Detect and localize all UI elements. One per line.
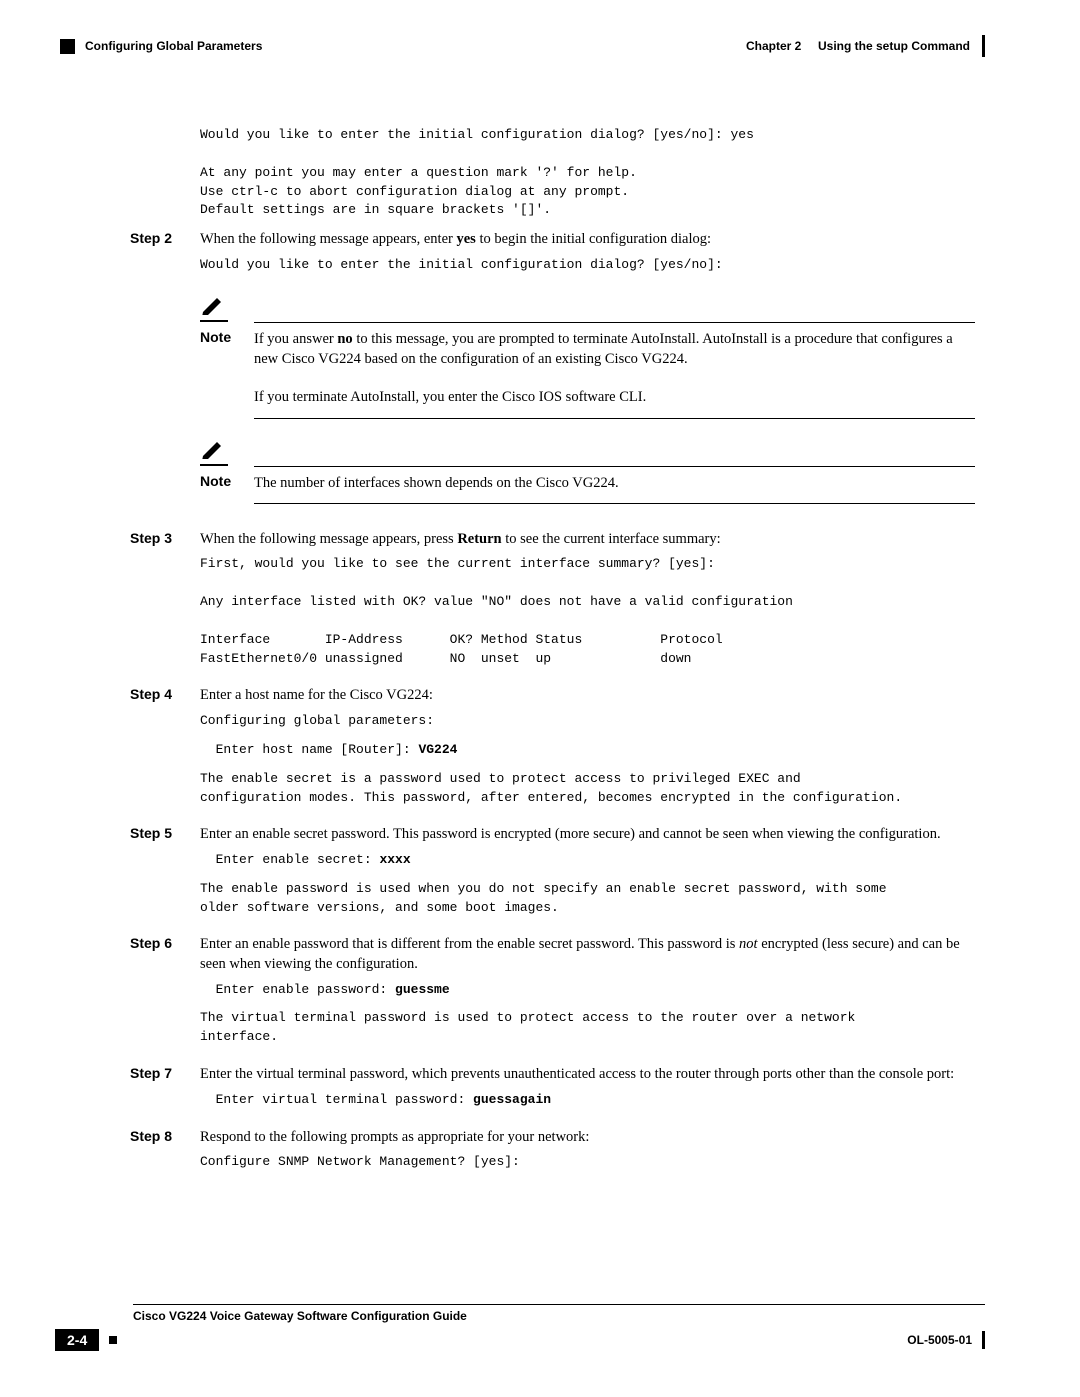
note-text: The number of interfaces shown depends o…	[254, 473, 975, 493]
terminal-output: The virtual terminal password is used to…	[200, 1009, 975, 1047]
terminal-output: Enter enable secret: xxxx	[200, 851, 975, 870]
terminal-output: The enable password is used when you do …	[200, 880, 975, 918]
step-3: Step 3 When the following message appear…	[130, 530, 975, 679]
header-section: Configuring Global Parameters	[85, 39, 262, 53]
step-text: Enter the virtual terminal password, whi…	[200, 1065, 975, 1085]
step-label: Step 6	[130, 935, 200, 951]
step-text: Enter an enable password that is differe…	[200, 935, 975, 974]
note-label: Note	[200, 329, 254, 345]
intro-terminal-output: Would you like to enter the initial conf…	[200, 126, 975, 220]
terminal-output: First, would you like to see the current…	[200, 555, 975, 668]
terminal-output: The enable secret is a password used to …	[200, 770, 975, 808]
pencil-icon	[200, 439, 228, 466]
page-number-badge: 2-4	[55, 1329, 99, 1351]
step-8: Step 8 Respond to the following prompts …	[130, 1128, 975, 1182]
step-text: Enter a host name for the Cisco VG224:	[200, 686, 975, 706]
step-label: Step 8	[130, 1128, 200, 1144]
note-block-1: Note If you answer no to this message, y…	[200, 295, 975, 419]
page-content: Would you like to enter the initial conf…	[130, 120, 975, 1182]
footer-doc-title: Cisco VG224 Voice Gateway Software Confi…	[133, 1309, 985, 1323]
footer-doc-id: OL-5005-01	[907, 1333, 972, 1347]
step-label: Step 3	[130, 530, 200, 546]
footer-marker-icon	[109, 1336, 117, 1344]
step-text: Respond to the following prompts as appr…	[200, 1128, 975, 1148]
terminal-output: Enter enable password: guessme	[200, 981, 975, 1000]
header-tick-icon	[982, 35, 985, 57]
step-label: Step 5	[130, 825, 200, 841]
terminal-output: Enter virtual terminal password: guessag…	[200, 1091, 975, 1110]
terminal-output: Enter host name [Router]: VG224	[200, 741, 975, 760]
step-text: When the following message appears, pres…	[200, 530, 975, 550]
running-footer: Cisco VG224 Voice Gateway Software Confi…	[55, 1304, 985, 1351]
header-marker-icon	[60, 39, 75, 54]
note-label: Note	[200, 473, 254, 489]
terminal-output: Configure SNMP Network Management? [yes]…	[200, 1153, 975, 1172]
terminal-output: Would you like to enter the initial conf…	[200, 256, 975, 275]
terminal-output: Configuring global parameters:	[200, 712, 975, 731]
pencil-icon	[200, 295, 228, 322]
header-chapter-label: Chapter 2	[746, 39, 801, 53]
step-label: Step 4	[130, 686, 200, 702]
header-chapter-title: Using the setup Command	[818, 39, 970, 53]
step-text: Enter an enable secret password. This pa…	[200, 825, 975, 845]
step-5: Step 5 Enter an enable secret password. …	[130, 825, 975, 927]
step-text: When the following message appears, ente…	[200, 230, 975, 250]
step-6: Step 6 Enter an enable password that is …	[130, 935, 975, 1057]
step-4: Step 4 Enter a host name for the Cisco V…	[130, 686, 975, 817]
note-block-2: Note The number of interfaces shown depe…	[200, 439, 975, 504]
running-header: Configuring Global Parameters Chapter 2 …	[60, 35, 985, 57]
step-7: Step 7 Enter the virtual terminal passwo…	[130, 1065, 975, 1119]
step-label: Step 7	[130, 1065, 200, 1081]
step-label: Step 2	[130, 230, 200, 246]
note-text: If you answer no to this message, you ar…	[254, 329, 975, 408]
step-2: Step 2 When the following message appear…	[130, 230, 975, 522]
footer-tick-icon	[982, 1331, 985, 1349]
